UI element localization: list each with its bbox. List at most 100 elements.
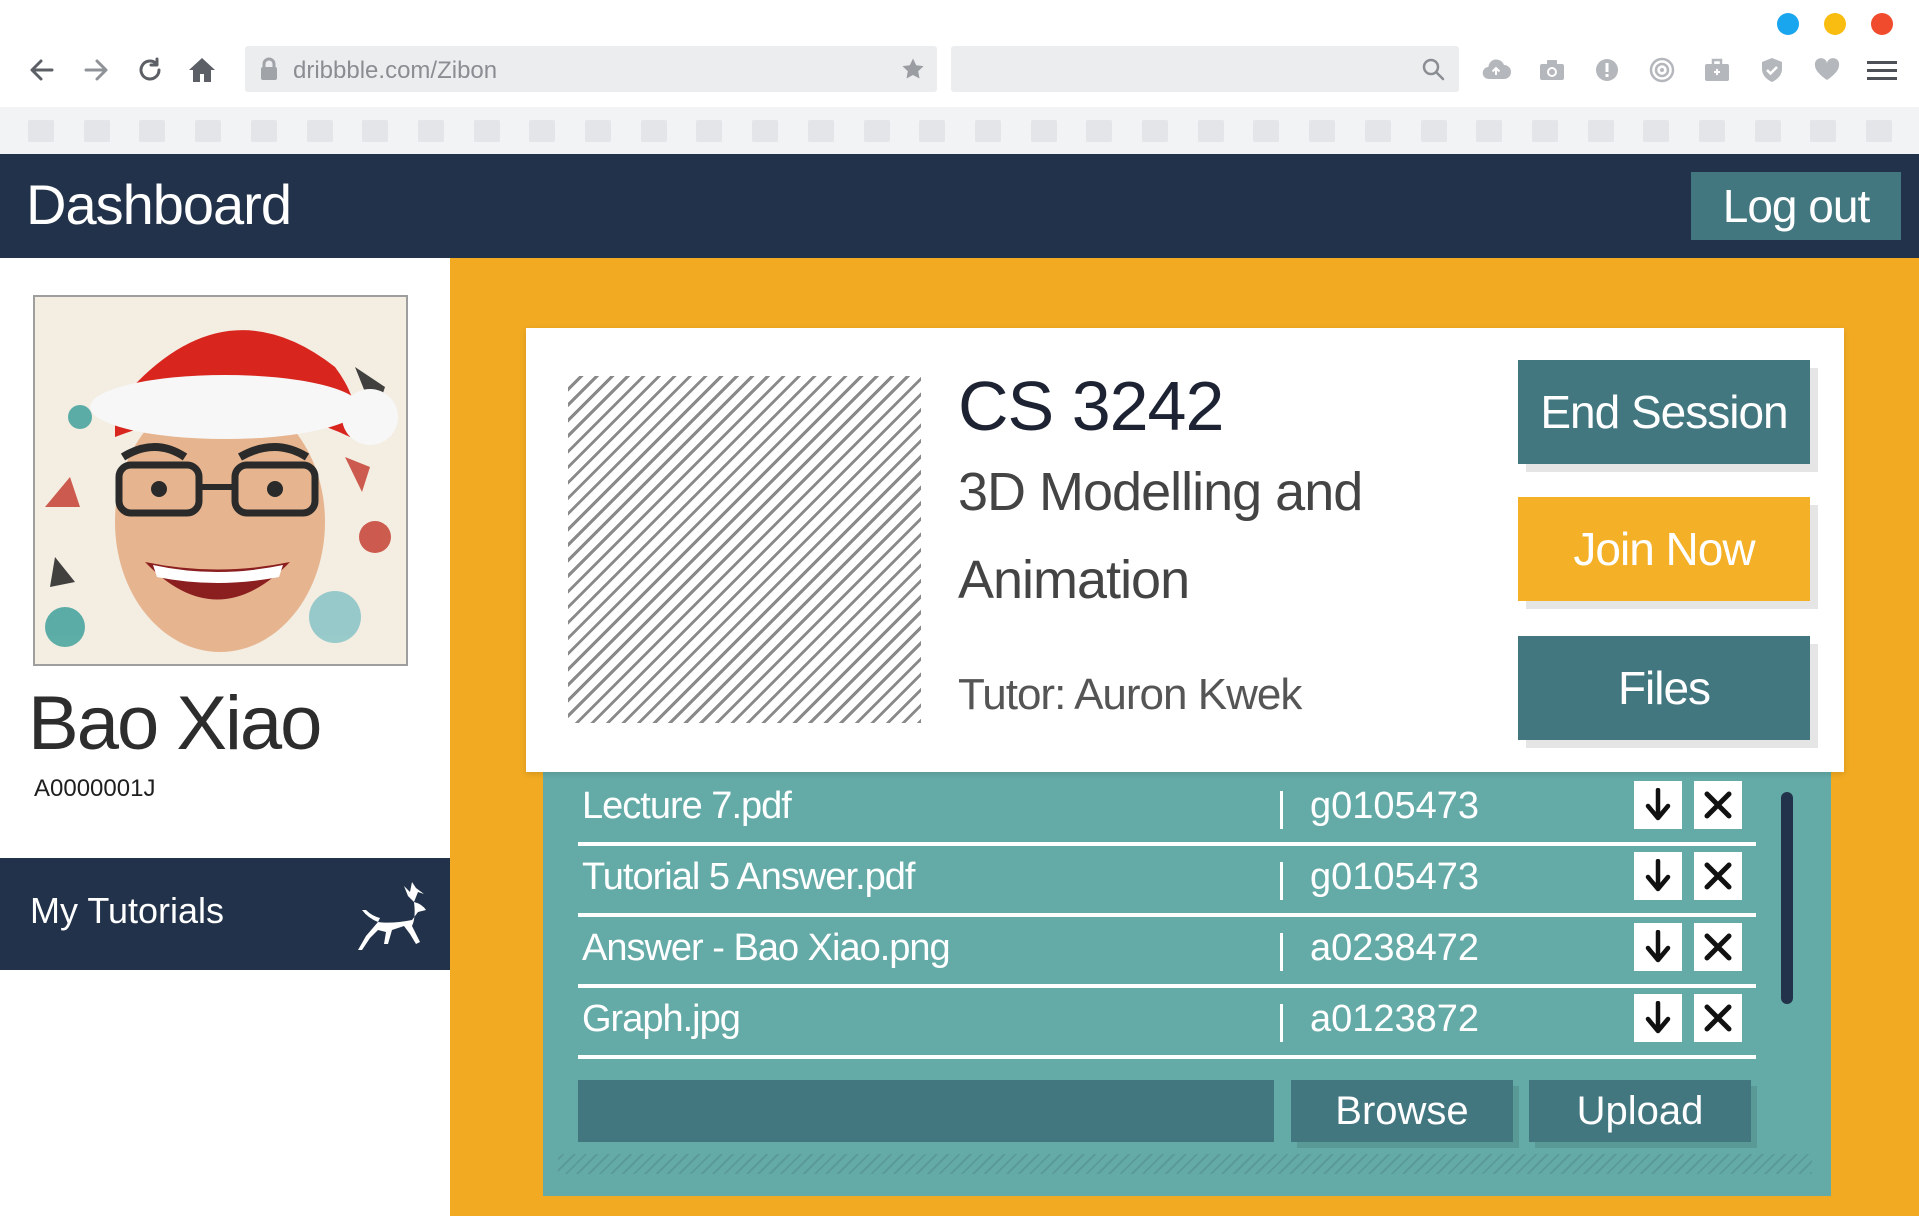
bookmark-placeholder[interactable] — [28, 120, 54, 142]
bookmark-star-icon[interactable] — [901, 57, 925, 81]
delete-icon[interactable] — [1694, 852, 1742, 900]
course-code: CS 3242 — [958, 367, 1224, 445]
bookmark-placeholder[interactable] — [1142, 120, 1168, 142]
camera-icon[interactable] — [1536, 54, 1568, 86]
reindeer-icon — [358, 882, 426, 950]
tutor-name: Tutor: Auron Kwek — [958, 670, 1302, 719]
bookmark-placeholder[interactable] — [83, 120, 110, 142]
column-divider — [1280, 1004, 1283, 1042]
file-name[interactable]: Lecture 7.pdf — [582, 785, 792, 828]
download-icon[interactable] — [1634, 852, 1682, 900]
url-text: dribbble.com/Zibon — [293, 57, 498, 84]
file-owner: g0105473 — [1310, 785, 1480, 827]
download-icon[interactable] — [1634, 781, 1682, 829]
file-row: Answer - Bao Xiao.png a0238472 — [578, 917, 1756, 988]
window-dot-yellow[interactable] — [1824, 13, 1846, 35]
menu-icon[interactable] — [1866, 54, 1898, 86]
search-icon[interactable] — [1421, 57, 1445, 81]
sidebar-item-label: My Tutorials — [30, 890, 225, 931]
bookmark-placeholder[interactable] — [195, 120, 222, 142]
bookmark-placeholder[interactable] — [1531, 120, 1558, 142]
bookmark-placeholder[interactable] — [1866, 120, 1893, 142]
bookmark-placeholder[interactable] — [417, 120, 444, 142]
bookmark-placeholder[interactable] — [1253, 120, 1280, 142]
user-id: A0000001J — [34, 775, 156, 802]
file-path-input[interactable] — [578, 1080, 1274, 1142]
home-icon[interactable] — [182, 50, 222, 90]
window-dot-blue[interactable] — [1777, 13, 1799, 35]
bookmark-placeholder[interactable] — [974, 120, 1001, 142]
bookmark-placeholder[interactable] — [1476, 120, 1503, 142]
reload-icon[interactable] — [130, 50, 170, 90]
delete-icon[interactable] — [1694, 781, 1742, 829]
heart-icon[interactable] — [1811, 54, 1843, 86]
delete-icon[interactable] — [1694, 923, 1742, 971]
course-thumbnail — [568, 376, 921, 723]
delete-icon[interactable] — [1694, 994, 1742, 1042]
lock-icon — [261, 57, 277, 80]
download-icon[interactable] — [1634, 923, 1682, 971]
file-owner: a0238472 — [1310, 927, 1480, 969]
file-name[interactable]: Graph.jpg — [582, 998, 741, 1041]
forward-icon[interactable] — [76, 50, 116, 90]
broadcast-icon[interactable] — [1646, 54, 1678, 86]
page-title: Dashboard — [26, 173, 292, 236]
bookmark-placeholder[interactable] — [1364, 120, 1391, 142]
bookmark-placeholder[interactable] — [1699, 120, 1725, 142]
file-owner: g0105473 — [1310, 856, 1480, 898]
bookmark-placeholder[interactable] — [1643, 120, 1670, 142]
upload-button[interactable]: Upload — [1529, 1080, 1751, 1142]
avatar — [33, 295, 408, 666]
user-name: Bao Xiao — [28, 681, 322, 766]
bookmarks-bar — [0, 107, 1919, 154]
bookmark-placeholder[interactable] — [807, 120, 834, 142]
bookmark-placeholder[interactable] — [585, 120, 611, 142]
column-divider — [1280, 933, 1283, 971]
browse-button[interactable]: Browse — [1291, 1080, 1513, 1142]
back-icon[interactable] — [22, 50, 62, 90]
window-dot-red[interactable] — [1871, 13, 1893, 35]
column-divider — [1280, 791, 1283, 829]
cloud-upload-icon[interactable] — [1480, 54, 1512, 86]
briefcase-icon[interactable] — [1701, 54, 1733, 86]
bookmark-placeholder[interactable] — [1587, 120, 1614, 142]
file-name[interactable]: Tutorial 5 Answer.pdf — [582, 856, 915, 899]
bookmark-placeholder[interactable] — [529, 120, 556, 142]
bookmark-placeholder[interactable] — [306, 120, 333, 142]
join-now-button[interactable]: Join Now — [1518, 497, 1810, 601]
files-scrollbar[interactable] — [1781, 792, 1793, 1004]
file-row: Lecture 7.pdf g0105473 — [578, 775, 1756, 846]
bookmark-placeholder[interactable] — [919, 120, 946, 142]
shield-check-icon[interactable] — [1756, 54, 1788, 86]
bookmark-placeholder[interactable] — [362, 120, 389, 142]
file-row: Tutorial 5 Answer.pdf g0105473 — [578, 846, 1756, 917]
file-name[interactable]: Answer - Bao Xiao.png — [582, 927, 951, 970]
bookmark-placeholder[interactable] — [1197, 120, 1224, 142]
panel-footer-pattern — [558, 1154, 1812, 1174]
bookmark-placeholder[interactable] — [640, 120, 667, 142]
logout-button[interactable]: Log out — [1691, 172, 1901, 240]
search-bar[interactable] — [951, 46, 1459, 92]
download-icon[interactable] — [1634, 994, 1682, 1042]
bookmark-placeholder[interactable] — [696, 120, 723, 142]
bookmark-placeholder[interactable] — [863, 120, 890, 142]
file-row: Graph.jpg a0123872 — [578, 988, 1756, 1059]
files-button[interactable]: Files — [1518, 636, 1810, 740]
bookmark-placeholder[interactable] — [139, 120, 166, 142]
bookmark-placeholder[interactable] — [1754, 120, 1781, 142]
address-bar[interactable]: dribbble.com/Zibon — [245, 46, 937, 92]
bookmark-placeholder[interactable] — [1309, 120, 1336, 142]
column-divider — [1280, 862, 1283, 900]
bookmark-placeholder[interactable] — [250, 120, 277, 142]
file-owner: a0123872 — [1310, 998, 1480, 1040]
bookmark-placeholder[interactable] — [1420, 120, 1447, 142]
bookmark-placeholder[interactable] — [1810, 120, 1837, 142]
alert-icon[interactable] — [1591, 54, 1623, 86]
sidebar-item-my-tutorials[interactable]: My Tutorials — [0, 858, 500, 970]
bookmark-placeholder[interactable] — [473, 120, 500, 142]
course-name: 3D Modelling and Animation — [958, 462, 1363, 610]
bookmark-placeholder[interactable] — [1030, 120, 1057, 142]
bookmark-placeholder[interactable] — [752, 120, 779, 142]
end-session-button[interactable]: End Session — [1518, 360, 1810, 464]
bookmark-placeholder[interactable] — [1086, 120, 1113, 142]
